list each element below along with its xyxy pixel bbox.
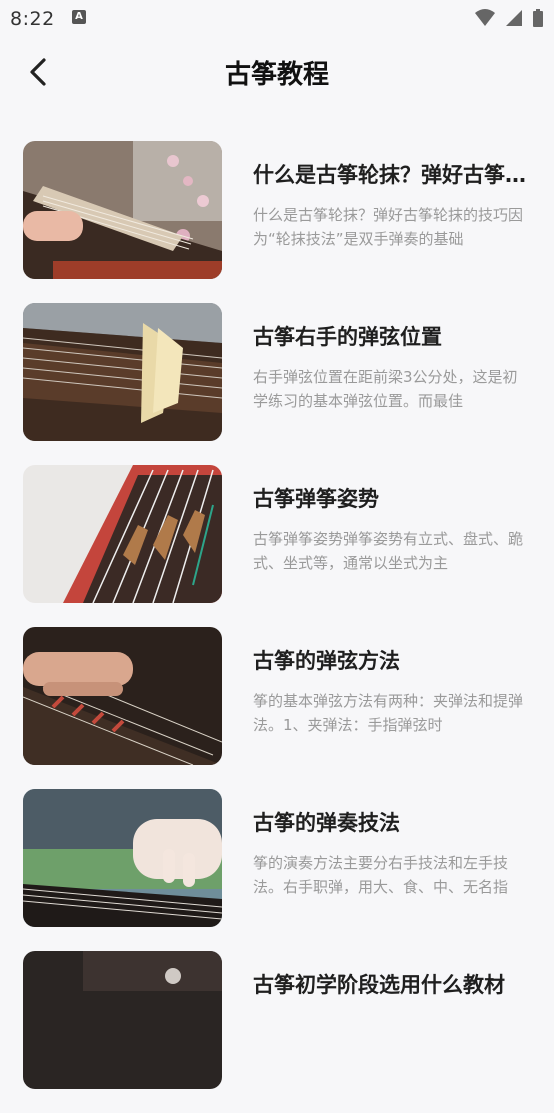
status-bar: 8:22 A xyxy=(0,0,554,38)
wifi-icon xyxy=(474,9,495,26)
article-title: 什么是古筝轮抹？弹好古筝轮抹的技巧 xyxy=(253,163,529,187)
list-item[interactable]: 什么是古筝轮抹？弹好古筝轮抹的技巧 什么是古筝轮抹？弹好古筝轮抹的技巧因为“轮抹… xyxy=(0,141,554,279)
notification-icon: A xyxy=(72,10,86,24)
article-desc: 筝的演奏方法主要分右手技法和左手技法。右手职弹，用大、食、中、无名指 xyxy=(253,854,509,896)
article-title: 古筝右手的弹弦位置 xyxy=(253,325,442,349)
article-desc: 什么是古筝轮抹？弹好古筝轮抹的技巧因为“轮抹技法”是双手弹奏的基础 xyxy=(253,206,524,248)
battery-icon xyxy=(533,9,543,27)
article-list: 什么是古筝轮抹？弹好古筝轮抹的技巧 什么是古筝轮抹？弹好古筝轮抹的技巧因为“轮抹… xyxy=(0,141,554,1113)
article-thumbnail xyxy=(23,303,222,441)
article-title: 古筝的弹奏技法 xyxy=(253,811,400,835)
signal-icon xyxy=(505,10,522,26)
status-time: 8:22 xyxy=(10,8,55,30)
article-thumbnail xyxy=(23,465,222,603)
article-title: 古筝初学阶段选用什么教材 xyxy=(253,973,505,997)
list-item[interactable]: 古筝初学阶段选用什么教材 xyxy=(0,951,554,1089)
list-item[interactable]: 古筝的弹奏技法 筝的演奏方法主要分右手技法和左手技法。右手职弹，用大、食、中、无… xyxy=(0,789,554,927)
article-desc: 筝的基本弹弦方法有两种：夹弹法和提弹法。1、夹弹法：手指弹弦时 xyxy=(253,692,524,734)
article-title: 古筝弹筝姿势 xyxy=(253,487,379,511)
article-desc: 右手弹弦位置在距前梁3公分处，这是初学练习的基本弹弦位置。而最佳 xyxy=(253,368,518,410)
header: 古筝教程 xyxy=(0,40,554,106)
page-title: 古筝教程 xyxy=(224,60,329,90)
status-icons xyxy=(470,8,544,28)
list-item[interactable]: 古筝弹筝姿势 古筝弹筝姿势弹筝姿势有立式、盘式、跪式、坐式等，通常以坐式为主 xyxy=(0,465,554,603)
article-thumbnail xyxy=(23,789,222,927)
article-thumbnail xyxy=(23,951,222,1089)
article-thumbnail xyxy=(23,627,222,765)
article-title: 古筝的弹弦方法 xyxy=(253,649,400,673)
article-desc: 古筝弹筝姿势弹筝姿势有立式、盘式、跪式、坐式等，通常以坐式为主 xyxy=(253,530,524,572)
article-thumbnail xyxy=(23,141,222,279)
list-item[interactable]: 古筝的弹弦方法 筝的基本弹弦方法有两种：夹弹法和提弹法。1、夹弹法：手指弹弦时 xyxy=(0,627,554,765)
list-item[interactable]: 古筝右手的弹弦位置 右手弹弦位置在距前梁3公分处，这是初学练习的基本弹弦位置。而… xyxy=(0,303,554,441)
